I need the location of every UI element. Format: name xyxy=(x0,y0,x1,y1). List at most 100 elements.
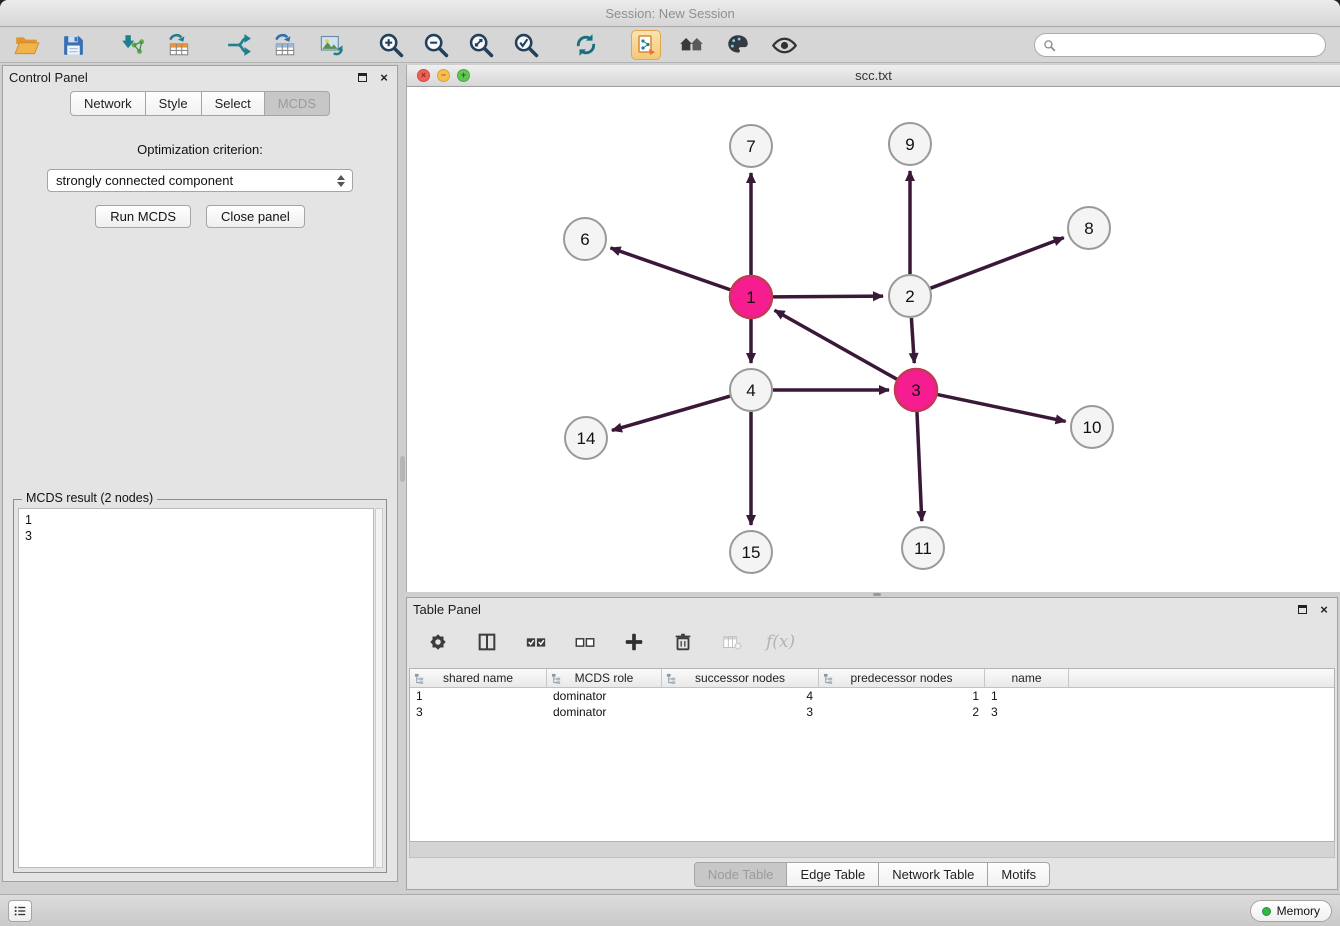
delete-column-button[interactable] xyxy=(668,627,698,657)
criterion-select[interactable]: strongly connected component xyxy=(47,169,353,192)
status-bar: Memory xyxy=(0,894,1340,926)
graph-edge-2-3[interactable] xyxy=(911,318,914,363)
apply-style-button[interactable] xyxy=(723,30,753,60)
memory-button[interactable]: Memory xyxy=(1250,900,1332,922)
cell-name[interactable]: 3 xyxy=(985,704,1069,720)
graph-node-1[interactable]: 1 xyxy=(730,276,772,318)
import-table-button[interactable] xyxy=(164,30,194,60)
svg-text:3: 3 xyxy=(911,381,920,400)
table-splitter-handle[interactable] xyxy=(873,593,881,596)
graph-node-9[interactable]: 9 xyxy=(889,123,931,165)
import-network-button[interactable] xyxy=(118,30,148,60)
document-network-icon xyxy=(634,33,658,57)
zoom-selected-button[interactable] xyxy=(511,30,541,60)
cell-predecessor-nodes[interactable]: 1 xyxy=(819,688,985,704)
new-network-button[interactable] xyxy=(224,30,254,60)
cell-successor-nodes[interactable]: 4 xyxy=(662,688,819,704)
zoom-fit-button[interactable] xyxy=(466,30,496,60)
show-hide-button[interactable] xyxy=(769,30,799,60)
select-all-columns-button[interactable] xyxy=(521,627,551,657)
cell-mcds-role[interactable]: dominator xyxy=(547,704,662,720)
graph-edge-3-10[interactable] xyxy=(938,395,1066,422)
graph-edge-2-8[interactable] xyxy=(931,238,1064,289)
network-graph[interactable]: 7 9 6 8 1 2 4 3 14 10 15 11 xyxy=(407,87,1340,592)
open-session-button[interactable] xyxy=(12,30,42,60)
graph-edge-4-14[interactable] xyxy=(612,396,730,430)
cell-shared-name[interactable]: 1 xyxy=(410,688,547,704)
close-panel-icon[interactable]: × xyxy=(377,70,391,84)
graph-edge-3-11[interactable] xyxy=(917,412,922,521)
graph-node-7[interactable]: 7 xyxy=(730,125,772,167)
graph-node-11[interactable]: 11 xyxy=(902,527,944,569)
cell-name[interactable]: 1 xyxy=(985,688,1069,704)
refresh-view-button[interactable] xyxy=(571,30,601,60)
column-header-successor-nodes[interactable]: successor nodes xyxy=(662,669,819,687)
column-header-mcds-role[interactable]: MCDS role xyxy=(547,669,662,687)
mcds-result-list[interactable]: 1 3 xyxy=(18,508,374,868)
close-window-icon[interactable]: × xyxy=(417,69,430,82)
graph-node-4[interactable]: 4 xyxy=(730,369,772,411)
float-panel-icon[interactable] xyxy=(355,70,369,84)
splitter-thumb[interactable] xyxy=(400,456,405,482)
home-icon xyxy=(678,32,706,58)
cell-mcds-role[interactable]: dominator xyxy=(547,688,662,704)
save-session-button[interactable] xyxy=(58,30,88,60)
cell-successor-nodes[interactable]: 3 xyxy=(662,704,819,720)
close-panel-button[interactable]: Close panel xyxy=(206,205,305,228)
export-image-button[interactable] xyxy=(316,30,346,60)
graph-node-6[interactable]: 6 xyxy=(564,218,606,260)
tab-network-table[interactable]: Network Table xyxy=(878,862,988,887)
zoom-in-button[interactable] xyxy=(376,30,406,60)
tab-motifs[interactable]: Motifs xyxy=(987,862,1050,887)
graph-node-15[interactable]: 15 xyxy=(730,531,772,573)
column-header-shared-name[interactable]: shared name xyxy=(410,669,547,687)
table-settings-button[interactable] xyxy=(423,627,453,657)
float-table-panel-icon[interactable] xyxy=(1295,602,1309,616)
panel-splitter[interactable] xyxy=(399,64,406,894)
create-column-button[interactable] xyxy=(619,627,649,657)
eye-icon xyxy=(771,32,798,59)
search-input[interactable] xyxy=(1061,38,1325,52)
graph-node-3[interactable]: 3 xyxy=(895,369,937,411)
column-header-predecessor-nodes[interactable]: predecessor nodes xyxy=(819,669,985,687)
refresh-icon xyxy=(573,32,599,58)
tab-network[interactable]: Network xyxy=(70,91,146,116)
show-columns-button[interactable] xyxy=(472,627,502,657)
column-header-name[interactable]: name xyxy=(985,669,1069,687)
cell-shared-name[interactable]: 3 xyxy=(410,704,547,720)
graph-node-10[interactable]: 10 xyxy=(1071,406,1113,448)
task-history-button[interactable] xyxy=(8,900,32,922)
graph-edge-1-6[interactable] xyxy=(610,248,730,290)
home-layout-button[interactable] xyxy=(677,30,707,60)
network-doc-button[interactable] xyxy=(631,30,661,60)
graph-node-8[interactable]: 8 xyxy=(1068,207,1110,249)
graph-node-2[interactable]: 2 xyxy=(889,275,931,317)
tab-style[interactable]: Style xyxy=(145,91,202,116)
cell-predecessor-nodes[interactable]: 2 xyxy=(819,704,985,720)
new-table-button[interactable] xyxy=(270,30,300,60)
table-row[interactable]: 3 dominator 3 2 3 xyxy=(410,704,1334,720)
close-table-panel-icon[interactable]: × xyxy=(1317,602,1331,616)
tab-mcds[interactable]: MCDS xyxy=(264,91,330,116)
table-scroll-strip[interactable] xyxy=(409,842,1335,858)
result-scrollbar[interactable] xyxy=(375,508,383,868)
minimize-window-icon[interactable]: − xyxy=(437,69,450,82)
window-titlebar[interactable]: Session: New Session xyxy=(0,0,1340,27)
control-panel-header: Control Panel × xyxy=(3,66,397,88)
svg-text:11: 11 xyxy=(914,539,932,558)
zoom-window-icon[interactable]: + xyxy=(457,69,470,82)
tab-select[interactable]: Select xyxy=(201,91,265,116)
graph-node-14[interactable]: 14 xyxy=(565,417,607,459)
graph-edge-1-2[interactable] xyxy=(773,296,883,297)
search-box[interactable] xyxy=(1034,33,1326,57)
deselect-all-columns-button[interactable] xyxy=(570,627,600,657)
table-row[interactable]: 1 dominator 4 1 1 xyxy=(410,688,1334,704)
zoom-out-button[interactable] xyxy=(421,30,451,60)
network-window-titlebar[interactable]: × − + scc.txt xyxy=(407,65,1340,87)
tab-node-table[interactable]: Node Table xyxy=(694,862,788,887)
graph-edge-3-1[interactable] xyxy=(775,310,897,379)
zoom-selected-icon xyxy=(512,31,540,59)
run-mcds-button[interactable]: Run MCDS xyxy=(95,205,191,228)
network-canvas[interactable]: 7 9 6 8 1 2 4 3 14 10 15 11 xyxy=(407,87,1340,592)
tab-edge-table[interactable]: Edge Table xyxy=(786,862,879,887)
